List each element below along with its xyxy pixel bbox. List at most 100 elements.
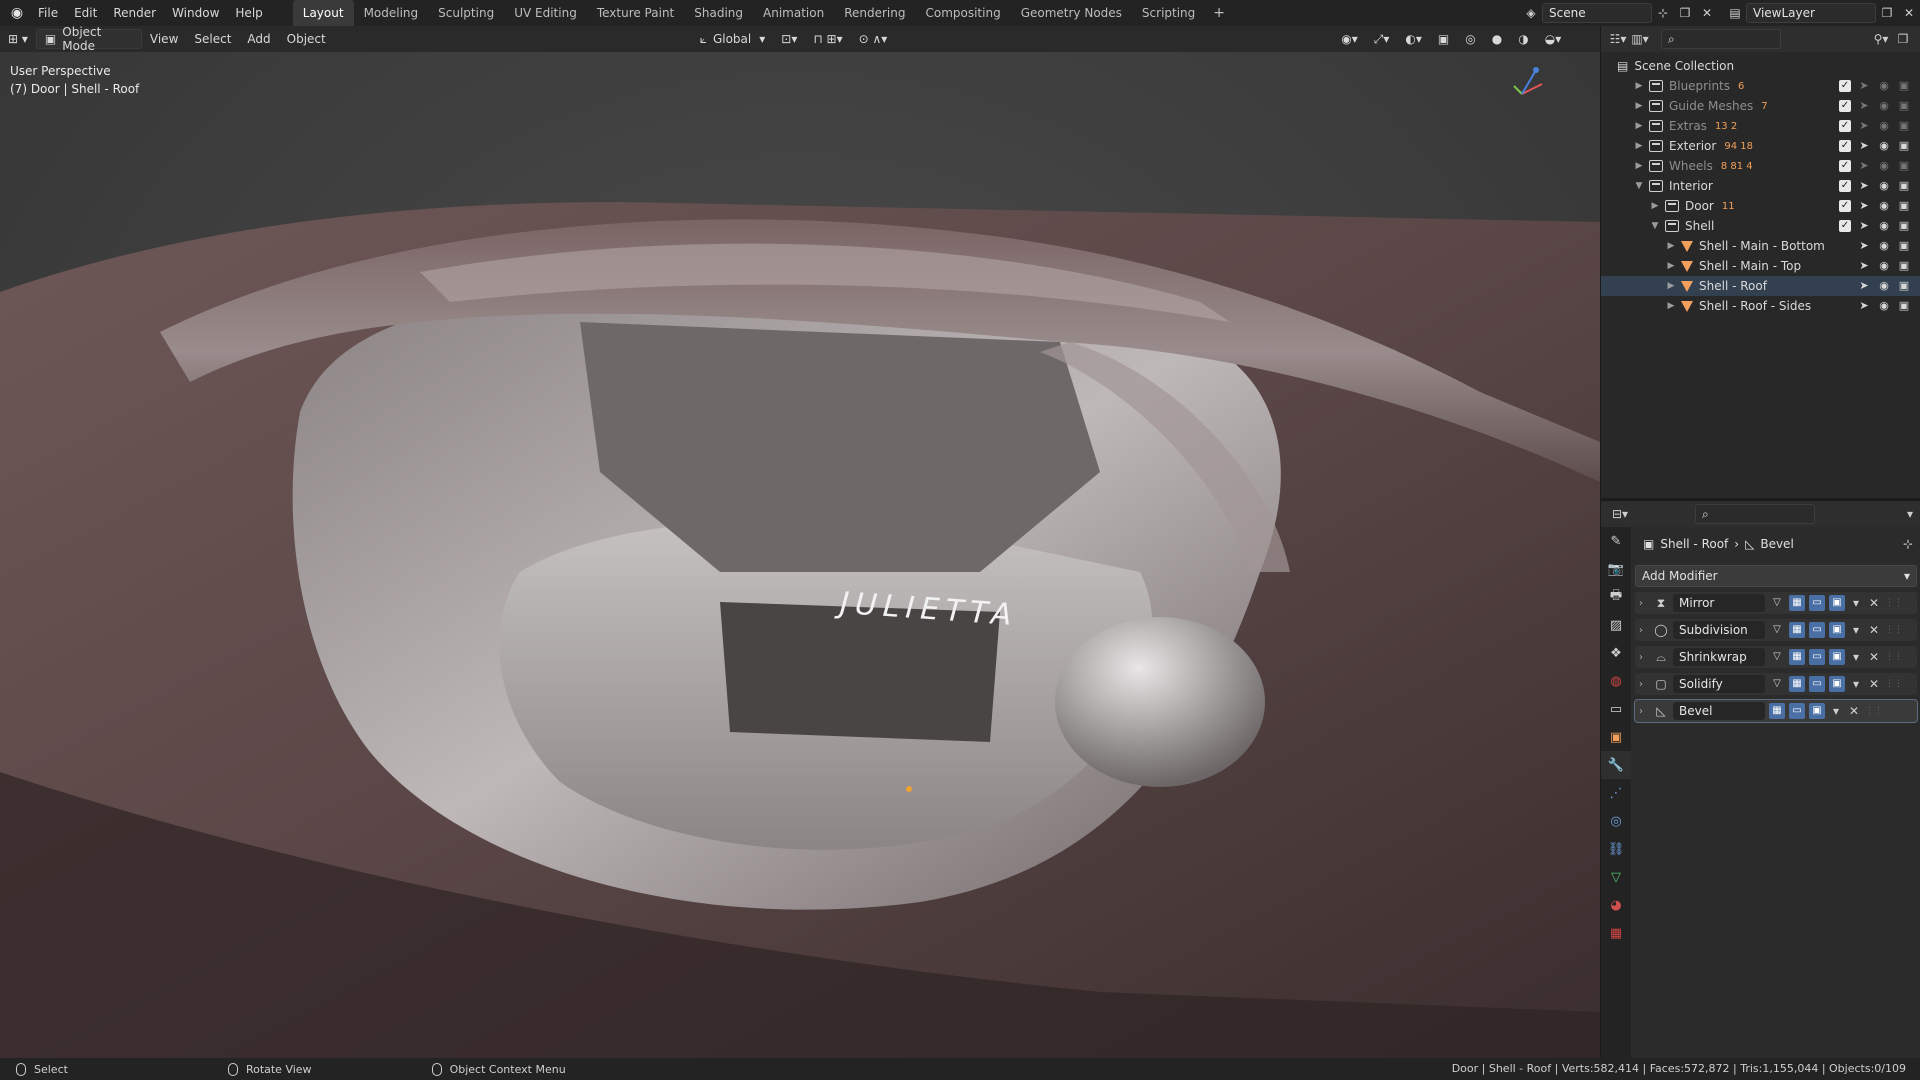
3d-viewport[interactable]: User Perspective (7) Door | Shell - Roof…: [0, 52, 1600, 1058]
transform-orientation-dropdown[interactable]: ⟀ Global ▾: [692, 29, 774, 49]
modifier-name-field[interactable]: Solidify: [1673, 675, 1765, 693]
outliner-row[interactable]: ▶ Door 11 ✓ ➤ ◉ ▣: [1601, 196, 1920, 216]
exclude-checkbox[interactable]: ✓: [1839, 99, 1851, 112]
edit-mode-toggle-icon[interactable]: ▦: [1789, 649, 1805, 665]
viewport-toggle-icon[interactable]: ▭: [1789, 703, 1805, 719]
render-camera-icon[interactable]: ▣: [1897, 119, 1911, 132]
snap-icon[interactable]: ⊓ ⊞▾: [805, 29, 850, 49]
delete-scene-icon[interactable]: ✕: [1696, 3, 1718, 23]
remove-modifier-icon[interactable]: ✕: [1867, 623, 1881, 637]
proportional-edit-icon[interactable]: ⊙ ∧▾: [851, 29, 896, 49]
selectable-icon[interactable]: ➤: [1857, 79, 1871, 92]
selectable-icon[interactable]: ➤: [1857, 99, 1871, 112]
shading-solid-icon[interactable]: ●: [1484, 29, 1510, 49]
expand-arrow-down-icon[interactable]: ▼: [1649, 221, 1661, 231]
exclude-checkbox[interactable]: ✓: [1839, 119, 1851, 132]
visibility-eye-icon[interactable]: ◉: [1877, 159, 1891, 172]
selectable-icon[interactable]: ➤: [1857, 159, 1871, 172]
child-count-badge[interactable]: 11: [1722, 201, 1735, 212]
render-camera-icon[interactable]: ▣: [1897, 79, 1911, 92]
render-camera-icon[interactable]: ▣: [1897, 299, 1911, 312]
properties-options-icon[interactable]: ▾: [1899, 504, 1920, 524]
shading-material-icon[interactable]: ◑: [1510, 29, 1536, 49]
child-count-badge[interactable]: 8 81 4: [1721, 161, 1753, 172]
xray-icon[interactable]: ▣: [1430, 29, 1457, 49]
texture-tab-icon[interactable]: ▦: [1601, 919, 1631, 947]
modifier-panel[interactable]: › ⧗ Mirror ▽ ▦ ▭ ▣ ▾ ✕ ⋮⋮: [1635, 592, 1917, 614]
on-cage-toggle-icon[interactable]: ▽: [1769, 676, 1785, 692]
child-count-badge[interactable]: 13 2: [1715, 121, 1737, 132]
modifier-menu-icon[interactable]: ▾: [1849, 596, 1863, 610]
scene-icon[interactable]: ◈: [1520, 3, 1542, 23]
tab-texture-paint[interactable]: Texture Paint: [587, 0, 684, 26]
remove-modifier-icon[interactable]: ✕: [1867, 596, 1881, 610]
child-count-badge[interactable]: 7: [1761, 101, 1767, 112]
expand-arrow-right-icon[interactable]: ▶: [1649, 201, 1661, 211]
remove-modifier-icon[interactable]: ✕: [1867, 650, 1881, 664]
outliner-row[interactable]: ▶ Exterior 94 18 ✓ ➤ ◉ ▣: [1601, 136, 1920, 156]
visibility-icon[interactable]: ◉▾: [1333, 29, 1366, 49]
expand-arrow-right-icon[interactable]: ▶: [1665, 281, 1677, 291]
new-scene-icon[interactable]: ❐: [1674, 3, 1696, 23]
visibility-eye-icon[interactable]: ◉: [1877, 239, 1891, 252]
selectable-icon[interactable]: ➤: [1857, 239, 1871, 252]
outliner-search-input[interactable]: ⌕: [1661, 29, 1781, 49]
modifier-menu-icon[interactable]: ▾: [1849, 650, 1863, 664]
expand-arrow-right-icon[interactable]: ▶: [1633, 161, 1645, 171]
render-toggle-icon[interactable]: ▣: [1809, 703, 1825, 719]
overlays-icon[interactable]: ◐▾: [1397, 29, 1430, 49]
chevron-right-icon[interactable]: ›: [1639, 679, 1649, 690]
outliner-row[interactable]: ▶ Shell - Main - Top ➤ ◉ ▣: [1601, 256, 1920, 276]
selectable-icon[interactable]: ➤: [1857, 219, 1871, 232]
viewport-toggle-icon[interactable]: ▭: [1809, 622, 1825, 638]
selectable-icon[interactable]: ➤: [1857, 119, 1871, 132]
modifier-name-field[interactable]: Subdivision: [1673, 621, 1765, 639]
exclude-checkbox[interactable]: ✓: [1839, 159, 1851, 172]
child-count-badge[interactable]: 6: [1738, 81, 1744, 92]
render-camera-icon[interactable]: ▣: [1897, 259, 1911, 272]
modifier-menu-icon[interactable]: ▾: [1829, 704, 1843, 718]
tab-layout[interactable]: Layout: [292, 0, 354, 26]
outliner-editor-type-icon[interactable]: ☷▾: [1607, 29, 1629, 49]
material-tab-icon[interactable]: ◕: [1601, 891, 1631, 919]
chevron-right-icon[interactable]: ›: [1639, 652, 1649, 663]
visibility-eye-icon[interactable]: ◉: [1877, 79, 1891, 92]
chevron-right-icon[interactable]: ›: [1639, 625, 1649, 636]
blender-logo-icon[interactable]: ◉: [4, 0, 30, 26]
menu-add[interactable]: Add: [239, 29, 278, 49]
world-tab-icon[interactable]: ◍: [1601, 667, 1631, 695]
outliner-row[interactable]: ▶ Blueprints 6 ✓ ➤ ◉ ▣: [1601, 76, 1920, 96]
tab-animation[interactable]: Animation: [753, 0, 834, 26]
pin-icon[interactable]: ⊹: [1652, 3, 1674, 23]
outliner-row[interactable]: ▶ Shell - Roof - Sides ➤ ◉ ▣: [1601, 296, 1920, 316]
pivot-icon[interactable]: ⊡▾: [773, 29, 805, 49]
selectable-icon[interactable]: ➤: [1857, 179, 1871, 192]
expand-arrow-right-icon[interactable]: ▶: [1633, 121, 1645, 131]
render-camera-icon[interactable]: ▣: [1897, 199, 1911, 212]
render-camera-icon[interactable]: ▣: [1897, 179, 1911, 192]
constraints-tab-icon[interactable]: ⛓: [1601, 835, 1631, 863]
selectable-icon[interactable]: ➤: [1857, 139, 1871, 152]
modifier-tab-icon[interactable]: 🔧: [1601, 751, 1631, 779]
physics-tab-icon[interactable]: ◎: [1601, 807, 1631, 835]
render-toggle-icon[interactable]: ▣: [1829, 676, 1845, 692]
render-toggle-icon[interactable]: ▣: [1829, 622, 1845, 638]
shading-rendered-icon[interactable]: ◒▾: [1537, 29, 1570, 49]
menu-edit[interactable]: Edit: [66, 0, 105, 26]
edit-mode-toggle-icon[interactable]: ▦: [1789, 676, 1805, 692]
add-workspace-button[interactable]: +: [1205, 5, 1233, 21]
expand-arrow-down-icon[interactable]: ▼: [1633, 181, 1645, 191]
menu-object[interactable]: Object: [279, 29, 334, 49]
modifier-name-field[interactable]: Mirror: [1673, 594, 1765, 612]
on-cage-toggle-icon[interactable]: ▽: [1769, 649, 1785, 665]
visibility-eye-icon[interactable]: ◉: [1877, 179, 1891, 192]
gizmo-icon[interactable]: ⤢▾: [1366, 29, 1398, 49]
render-camera-icon[interactable]: ▣: [1897, 159, 1911, 172]
visibility-eye-icon[interactable]: ◉: [1877, 119, 1891, 132]
viewport-toggle-icon[interactable]: ▭: [1809, 676, 1825, 692]
edit-mode-toggle-icon[interactable]: ▦: [1789, 595, 1805, 611]
object-tab-icon[interactable]: ▣: [1601, 723, 1631, 751]
data-tab-icon[interactable]: ▽: [1601, 863, 1631, 891]
pin-icon[interactable]: ⊹: [1903, 537, 1913, 551]
visibility-eye-icon[interactable]: ◉: [1877, 259, 1891, 272]
